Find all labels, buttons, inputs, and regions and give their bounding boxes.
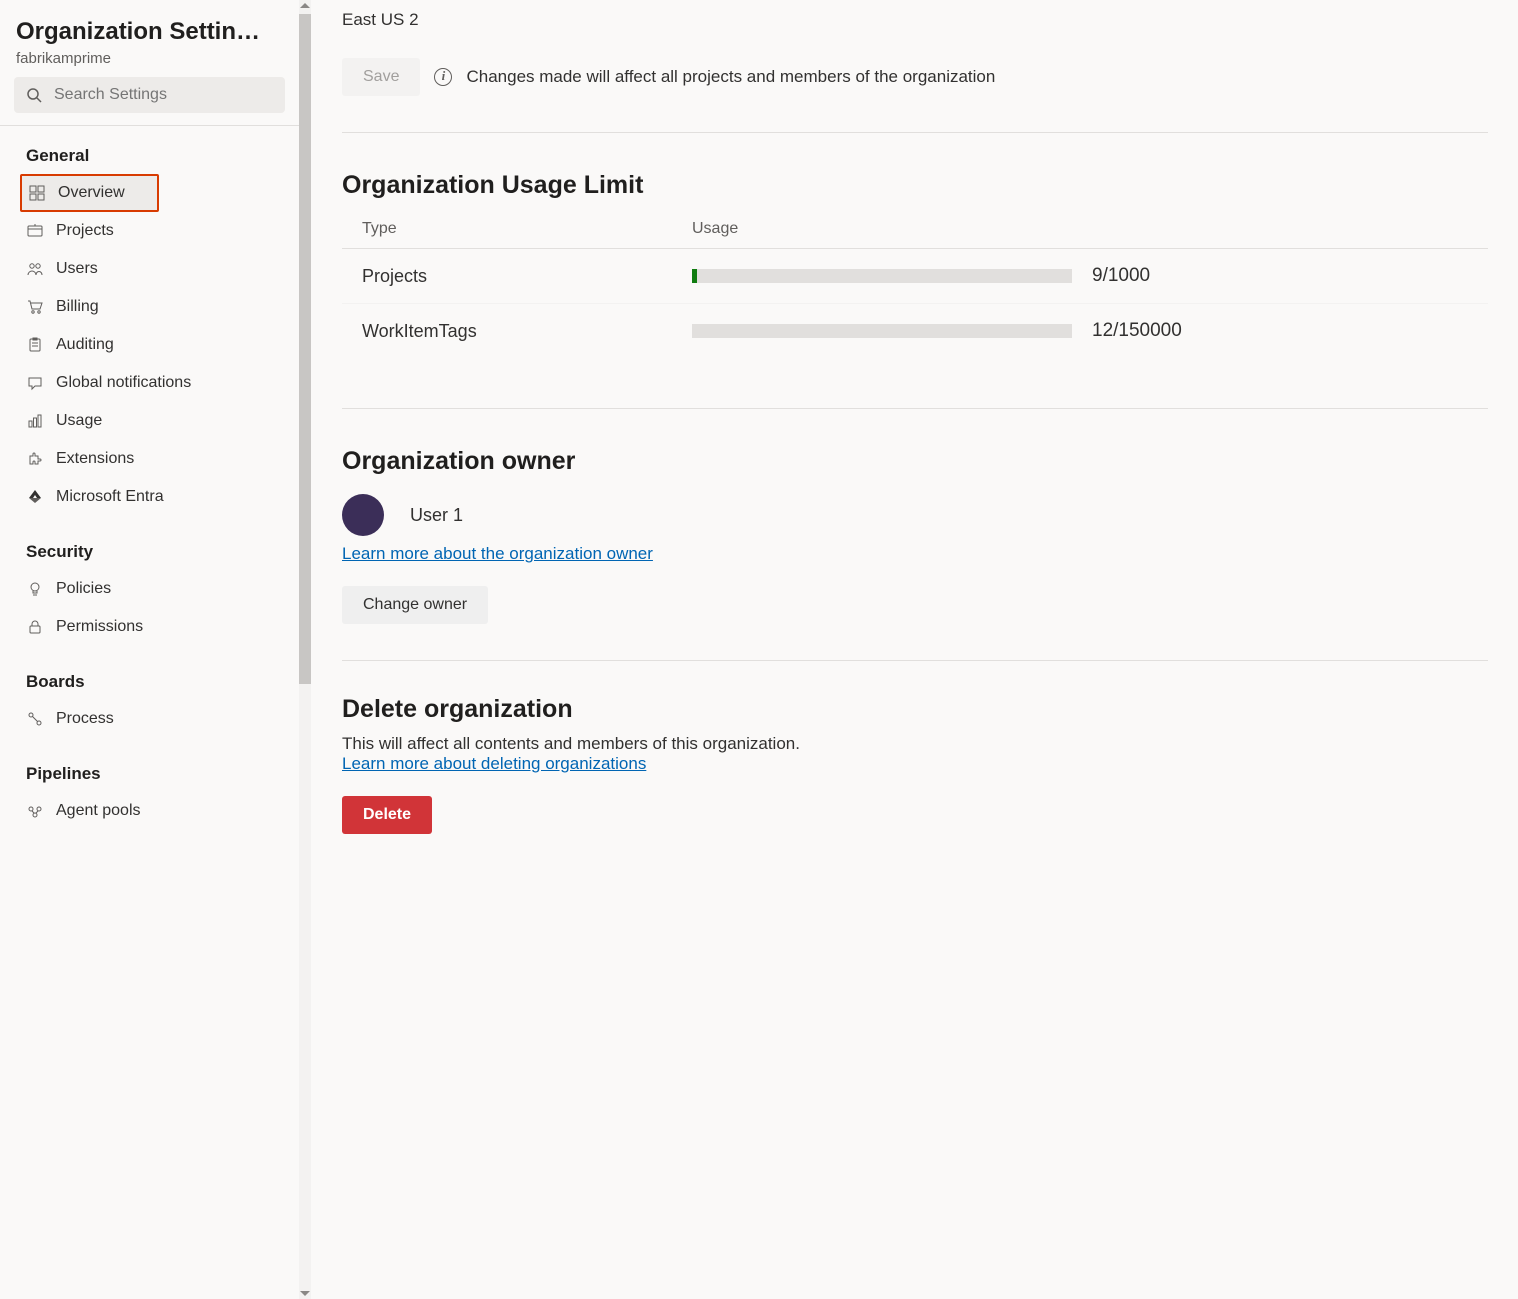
- highlight-overview: Overview: [20, 174, 159, 212]
- entra-icon: [26, 488, 44, 506]
- usage-type: WorkItemTags: [362, 321, 692, 342]
- chat-icon: [26, 374, 44, 392]
- owner-row: User 1: [342, 494, 1488, 536]
- nav-label: Microsoft Entra: [56, 488, 164, 506]
- sidebar-item-usage[interactable]: Usage: [0, 402, 299, 440]
- sidebar-item-extensions[interactable]: Extensions: [0, 440, 299, 478]
- save-info-text: Changes made will affect all projects an…: [466, 67, 995, 87]
- nav-label: Process: [56, 710, 114, 728]
- nav-group-pipelines: Pipelines Agent pools: [0, 744, 299, 836]
- cart-icon: [26, 298, 44, 316]
- info-icon: [434, 68, 452, 86]
- nav-label: Auditing: [56, 336, 114, 354]
- divider: [342, 660, 1488, 661]
- bulb-icon: [26, 580, 44, 598]
- users-icon: [26, 260, 44, 278]
- usage-row-workitemtags: WorkItemTags 12/150000: [342, 304, 1488, 358]
- nav-label: Billing: [56, 298, 99, 316]
- usage-count: 12/150000: [1092, 320, 1182, 342]
- clipboard-icon: [26, 336, 44, 354]
- org-name: fabrikamprime: [16, 50, 283, 67]
- main-content: East US 2 Save Changes made will affect …: [312, 0, 1518, 1299]
- sidebar-item-projects[interactable]: Projects: [0, 212, 299, 250]
- chart-icon: [26, 412, 44, 430]
- process-icon: [26, 710, 44, 728]
- delete-button[interactable]: Delete: [342, 796, 432, 834]
- nav-label: Policies: [56, 580, 111, 598]
- nav-group-boards: Boards Process: [0, 652, 299, 744]
- save-row: Save Changes made will affect all projec…: [342, 58, 1488, 96]
- sidebar-item-policies[interactable]: Policies: [0, 570, 299, 608]
- agents-icon: [26, 802, 44, 820]
- projects-icon: [26, 222, 44, 240]
- nav-group-security: Security Policies Permissions: [0, 522, 299, 652]
- sidebar-header: Organization Settin… fabrikamprime: [0, 0, 299, 77]
- usage-bar: [692, 324, 1072, 338]
- col-type: Type: [362, 220, 692, 238]
- usage-bar-fill: [692, 269, 697, 283]
- sidebar-item-global-notifications[interactable]: Global notifications: [0, 364, 299, 402]
- scroll-thumb[interactable]: [299, 14, 311, 684]
- nav-label: Projects: [56, 222, 114, 240]
- search-input[interactable]: [52, 85, 273, 105]
- nav-label: Global notifications: [56, 374, 191, 392]
- usage-table: Type Usage Projects 9/1000 WorkItemTags …: [342, 210, 1488, 358]
- nav-group-title: Boards: [0, 658, 299, 700]
- usage-bar: [692, 269, 1072, 283]
- sidebar-item-overview[interactable]: Overview: [22, 176, 157, 210]
- scroll-up-icon[interactable]: [300, 3, 310, 8]
- nav-label: Usage: [56, 412, 102, 430]
- sidebar-item-permissions[interactable]: Permissions: [0, 608, 299, 646]
- sidebar-item-microsoft-entra[interactable]: Microsoft Entra: [0, 478, 299, 516]
- change-owner-button[interactable]: Change owner: [342, 586, 488, 624]
- usage-row-projects: Projects 9/1000: [342, 249, 1488, 304]
- sidebar-item-agent-pools[interactable]: Agent pools: [0, 792, 299, 830]
- page-title: Organization Settin…: [16, 18, 283, 46]
- nav-group-title: General: [0, 132, 299, 174]
- sidebar-item-billing[interactable]: Billing: [0, 288, 299, 326]
- delete-description: This will affect all contents and member…: [342, 734, 1488, 754]
- nav-group-general: General Overview Projects Users: [0, 126, 299, 522]
- usage-type: Projects: [362, 266, 692, 287]
- owner-name: User 1: [410, 505, 463, 526]
- sidebar: Organization Settin… fabrikamprime Gener…: [0, 0, 300, 1299]
- delete-heading: Delete organization: [342, 695, 1488, 724]
- divider: [342, 408, 1488, 409]
- sidebar-item-auditing[interactable]: Auditing: [0, 326, 299, 364]
- scroll-down-icon[interactable]: [300, 1291, 310, 1296]
- sidebar-item-process[interactable]: Process: [0, 700, 299, 738]
- usage-count: 9/1000: [1092, 265, 1150, 287]
- nav-label: Permissions: [56, 618, 143, 636]
- nav-label: Agent pools: [56, 802, 141, 820]
- grid-icon: [28, 184, 46, 202]
- search-settings[interactable]: [14, 77, 285, 113]
- delete-learn-more-link[interactable]: Learn more about deleting organizations: [342, 754, 646, 773]
- divider: [342, 132, 1488, 133]
- nav-group-title: Pipelines: [0, 750, 299, 792]
- puzzle-icon: [26, 450, 44, 468]
- save-button: Save: [342, 58, 420, 96]
- avatar: [342, 494, 384, 536]
- nav-label: Users: [56, 260, 98, 278]
- owner-learn-more-link[interactable]: Learn more about the organization owner: [342, 544, 653, 563]
- lock-icon: [26, 618, 44, 636]
- nav-label: Extensions: [56, 450, 134, 468]
- usage-table-header: Type Usage: [342, 210, 1488, 249]
- nav-label: Overview: [58, 184, 125, 202]
- col-usage: Usage: [692, 220, 738, 238]
- region-value: East US 2: [342, 10, 1488, 30]
- sidebar-scrollbar[interactable]: [299, 0, 311, 1299]
- search-icon: [26, 87, 42, 103]
- owner-heading: Organization owner: [342, 447, 1488, 476]
- usage-heading: Organization Usage Limit: [342, 171, 1488, 200]
- nav-group-title: Security: [0, 528, 299, 570]
- sidebar-item-users[interactable]: Users: [0, 250, 299, 288]
